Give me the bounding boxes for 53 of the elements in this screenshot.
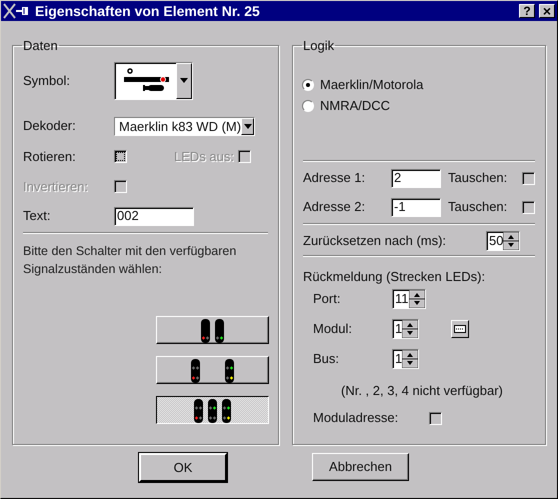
group-title: Logik: [302, 37, 336, 55]
signal-drawing: [201, 316, 224, 342]
field-label: LEDs aus:: [174, 148, 235, 166]
radio-label[interactable]: NMRA/DCC: [320, 96, 390, 116]
field-label: Text:: [23, 207, 52, 226]
field-label: Invertieren:: [23, 178, 90, 196]
field-label: Adresse 1:: [303, 169, 366, 188]
spin-arrows-icon[interactable]: [503, 232, 520, 250]
signal-drawing: [191, 356, 234, 382]
window-title: Eigenschaften von Element Nr. 25: [35, 2, 261, 21]
spin-arrows-icon[interactable]: [402, 320, 418, 338]
radio-button[interactable]: [302, 79, 314, 91]
note-text: (Nr. , 2, 3, 4 nicht verfügbar): [341, 382, 504, 398]
checkbox[interactable]: [522, 200, 535, 214]
spin-field[interactable]: 1: [392, 348, 420, 368]
spin-field[interactable]: 11: [392, 288, 426, 308]
ok-button[interactable]: OK: [139, 453, 227, 482]
group-title: Daten: [22, 37, 59, 55]
dotted-box-icon: [454, 324, 466, 334]
field-label: Tauschen:: [448, 198, 508, 216]
dropdown-arrow-icon: [180, 78, 188, 83]
radio-button[interactable]: [302, 100, 314, 112]
field-label: Tauschen:: [448, 169, 508, 188]
field-label: Zurücksetzen nach (ms):: [303, 232, 448, 250]
spin-field[interactable]: 50: [486, 230, 520, 250]
instruction-text: Bitte den Schalter mit den verfügbaren Signalzuständen wählen:: [23, 242, 238, 278]
spin-arrows-icon[interactable]: [408, 290, 424, 308]
close-button[interactable]: ×: [539, 4, 555, 18]
spin-field[interactable]: 1: [392, 318, 420, 338]
field-label: Moduladresse:: [313, 409, 400, 428]
section-label: Rückmeldung (Strecken LEDs):: [303, 268, 486, 284]
dropdown-arrow-icon: [244, 124, 252, 128]
field-label: Dekoder:: [23, 117, 77, 136]
signal-option-button[interactable]: [156, 396, 269, 424]
field-label: Symbol:: [23, 72, 71, 90]
checkbox[interactable]: [429, 412, 442, 424]
checkbox[interactable]: [522, 172, 535, 184]
address-input[interactable]: -1: [391, 198, 441, 216]
signal-drawing: [194, 396, 231, 422]
field-label: Rotieren:: [23, 148, 77, 166]
symbol-dropdown[interactable]: [114, 62, 193, 100]
spin-arrows-icon[interactable]: [402, 350, 418, 368]
module-picker-button[interactable]: [451, 320, 470, 338]
text-input[interactable]: 002: [114, 206, 194, 226]
field-label: Modul:: [313, 320, 354, 338]
cancel-button[interactable]: Abbrechen: [312, 453, 409, 481]
field-label: Bus:: [313, 350, 340, 368]
radio-label[interactable]: Maerklin/Motorola: [320, 75, 424, 95]
field-label: Adresse 2:: [303, 198, 366, 216]
help-button[interactable]: ?: [519, 4, 535, 18]
decoder-dropdown[interactable]: Maerklin k83 WD (M): [114, 116, 255, 136]
address-input[interactable]: 2: [391, 168, 441, 188]
field-label: Port:: [313, 290, 342, 308]
